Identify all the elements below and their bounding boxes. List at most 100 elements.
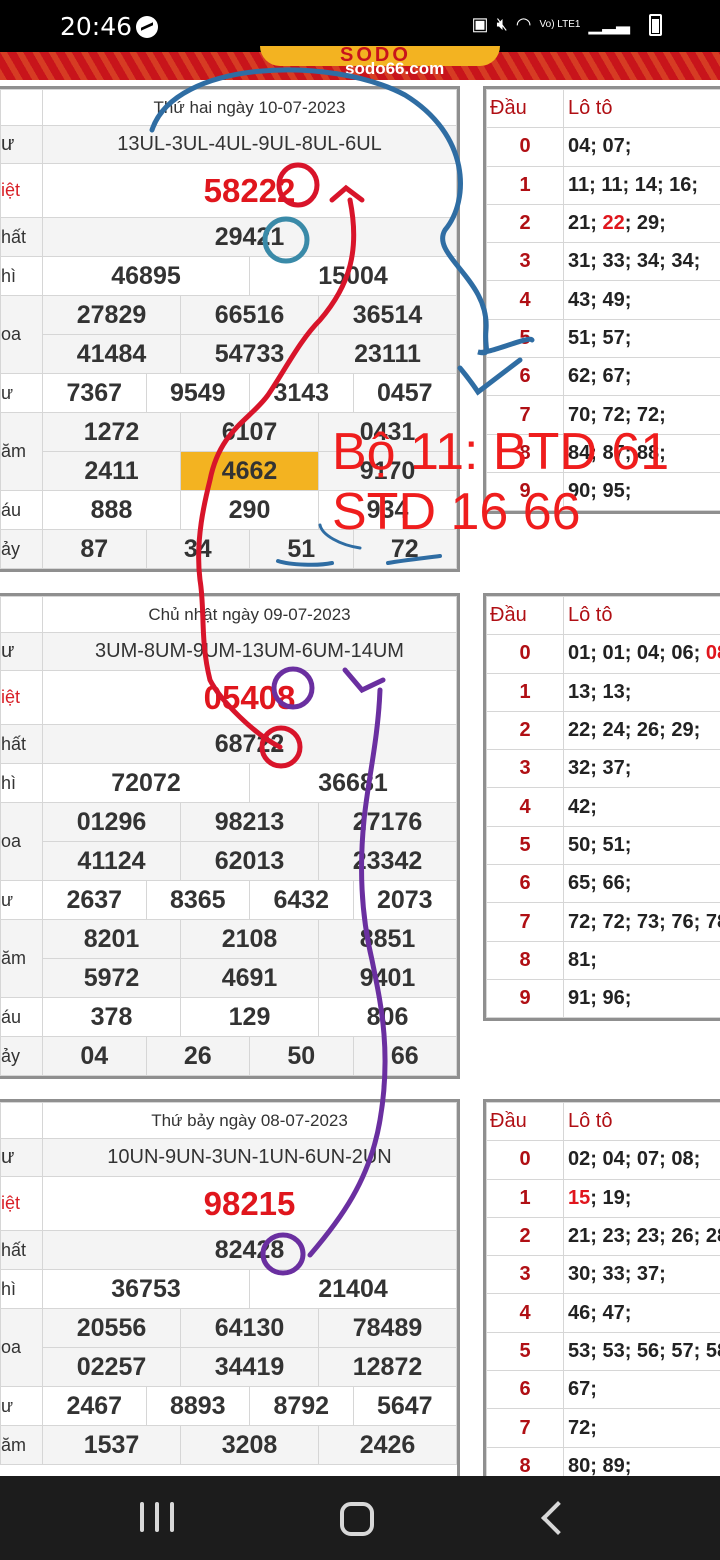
loto-values: 50; 51; xyxy=(563,825,720,866)
loto-values: 32; 37; xyxy=(563,749,720,789)
prize-number: 41124 xyxy=(42,841,181,881)
loto-values: 02; 04; 07; 08; xyxy=(563,1140,720,1180)
site-banner[interactable]: SODO sodo66.com xyxy=(0,44,720,80)
loto-digit: 5 xyxy=(486,1331,564,1372)
battery-icon xyxy=(649,14,662,36)
special-prize: 05408 xyxy=(42,670,457,725)
prize-number: 62013 xyxy=(180,841,319,881)
prize-number: 2426 xyxy=(318,1425,457,1465)
prize-number: 72072 xyxy=(42,763,250,803)
prize-label: áu xyxy=(0,997,43,1037)
draw-code: 10UN-9UN-3UN-1UN-6UN-2UN xyxy=(42,1138,457,1177)
loto-value: ; 29; xyxy=(624,212,666,235)
loto-table-saturday: Đầu Lô tô 0 02; 04; 07; 08; 1 15; 19; 2 21; … xyxy=(483,1099,720,1479)
back-icon[interactable] xyxy=(541,1501,575,1535)
prize-number: 64130 xyxy=(180,1308,319,1348)
loto-col-label: Lô tô xyxy=(563,1102,720,1142)
loto-values: 13; 13; xyxy=(563,672,720,712)
loto-digit: 4 xyxy=(486,1293,564,1333)
prize-number: 8893 xyxy=(145,1386,250,1426)
prize-label: ư xyxy=(0,880,43,920)
battery-saver-icon: ▣ xyxy=(471,14,489,34)
prize-number: 20556 xyxy=(42,1308,181,1348)
loto-values: 42; xyxy=(563,787,720,827)
loto-values: 21; 22; 29; xyxy=(563,203,720,244)
loto-col-label: Lô tô xyxy=(563,88,720,129)
prize-number: 1537 xyxy=(42,1425,181,1465)
loto-values: 72; 72; 73; 76; 78 xyxy=(563,902,720,942)
messenger-icon xyxy=(136,16,158,38)
prize-number: 8365 xyxy=(145,880,250,920)
prize-table-sunday: Chủ nhật ngày 09-07-2023 ư 3UM-8UM-9UM-13… xyxy=(0,593,460,1079)
loto-digit: 9 xyxy=(486,978,564,1019)
prize-number: 54733 xyxy=(180,334,319,374)
prize-label: oa xyxy=(0,1308,43,1387)
loto-digit: 6 xyxy=(486,864,564,904)
prize-number: 0457 xyxy=(352,373,457,413)
prize-label: hất xyxy=(0,724,43,764)
loto-digit: 0 xyxy=(486,127,564,167)
loto-digit: 0 xyxy=(486,634,564,674)
loto-digit: 7 xyxy=(486,902,564,942)
loto-head-label: Đầu xyxy=(486,1102,564,1142)
prize-number: 36753 xyxy=(42,1269,250,1309)
prize-label: ư xyxy=(0,1386,43,1426)
annotation-line-2: STD 16 66 xyxy=(332,483,581,541)
signal-icon: ▁▂▃ xyxy=(588,14,630,34)
prize-number: 5647 xyxy=(352,1386,457,1426)
loto-digit: 5 xyxy=(486,825,564,866)
prize-label: iệt xyxy=(0,1176,43,1231)
prize-number: 888 xyxy=(42,490,181,530)
prize-number: 02257 xyxy=(42,1347,181,1387)
loto-digit: 2 xyxy=(486,710,564,751)
loto-digit: 6 xyxy=(486,357,564,397)
prize-number: 3143 xyxy=(249,373,354,413)
prize-label: ảy xyxy=(0,529,43,569)
loto-digit: 3 xyxy=(486,242,564,282)
prize-label: oa xyxy=(0,295,43,374)
prize-label: ăm xyxy=(0,412,43,491)
prize-label: ư xyxy=(0,1138,43,1177)
prize-number: 378 xyxy=(42,997,181,1037)
prize-label: ăm xyxy=(0,919,43,998)
prize-number: 129 xyxy=(180,997,319,1037)
loto-values: 04; 07; xyxy=(563,127,720,167)
prize-number: 8851 xyxy=(318,919,457,959)
prize-number: 2411 xyxy=(42,451,181,491)
prize-number: 46895 xyxy=(42,256,250,296)
prize-number: 66 xyxy=(352,1036,457,1076)
loto-values: 51; 57; xyxy=(563,318,720,359)
prize-number: 21404 xyxy=(249,1269,457,1309)
prize-number: 34 xyxy=(145,529,250,569)
loto-values: 01; 01; 04; 06; 08 xyxy=(563,634,720,674)
draw-date: Chủ nhật ngày 09-07-2023 xyxy=(42,596,457,633)
special-prize: 98215 xyxy=(42,1176,457,1231)
prize-number: 2467 xyxy=(42,1386,147,1426)
loto-head-label: Đầu xyxy=(486,88,564,129)
draw-code: 3UM-8UM-9UM-13UM-6UM-14UM xyxy=(42,632,457,671)
wifi-icon: ◠ xyxy=(515,14,532,34)
loto-values: 53; 53; 56; 57; 58 xyxy=(563,1331,720,1372)
loto-special-value: 15 xyxy=(568,1186,591,1209)
loto-digit: 3 xyxy=(486,749,564,789)
prize-number: 36514 xyxy=(318,295,457,335)
prize-number: 1272 xyxy=(42,412,181,452)
home-icon[interactable] xyxy=(340,1502,374,1536)
first-prize: 82428 xyxy=(42,1230,457,1270)
loto-values: 65; 66; xyxy=(563,864,720,904)
loto-values: 43; 49; xyxy=(563,280,720,320)
prize-number: 3208 xyxy=(180,1425,319,1465)
prize-number: 7367 xyxy=(42,373,147,413)
loto-digit: 2 xyxy=(486,203,564,244)
loto-table-sunday: ĐầuLô tô 001; 01; 04; 06; 08 113; 13; 22… xyxy=(483,593,720,1022)
prize-label: hất xyxy=(0,1230,43,1270)
prize-number: 6432 xyxy=(249,880,354,920)
loto-value: ; 19; xyxy=(590,1186,632,1209)
prize-label: ảy xyxy=(0,1036,43,1076)
prize-number: 2637 xyxy=(42,880,147,920)
loto-values: 62; 67; xyxy=(563,357,720,397)
annotation-line-1: Bộ 11: BTD 61 xyxy=(332,423,670,481)
prize-number: 78489 xyxy=(318,1308,457,1348)
prize-label: ư xyxy=(0,125,43,164)
recent-apps-icon[interactable] xyxy=(140,1498,174,1536)
